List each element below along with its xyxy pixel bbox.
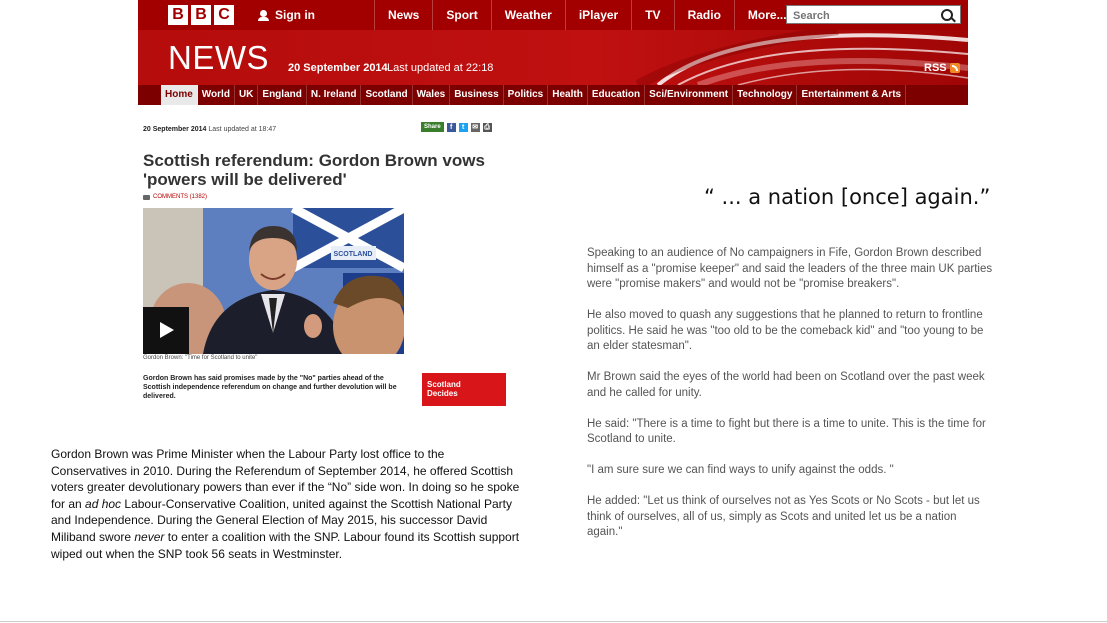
photo-caption: Gordon Brown: "Time for Scotland to unit… xyxy=(143,355,258,361)
sign-in-link[interactable]: Sign in xyxy=(258,0,315,30)
promo-line-2: Decides xyxy=(427,389,458,398)
nav-radio[interactable]: Radio xyxy=(673,0,734,30)
top-nav: News Sport Weather iPlayer TV Radio More… xyxy=(374,0,800,30)
speech-paragraph: "I am sure sure we can find ways to unif… xyxy=(587,464,894,476)
top-bar: B B C Sign in News Sport Weather iPlayer… xyxy=(138,0,968,30)
logo-letter: B xyxy=(168,5,188,25)
subnav-home[interactable]: Home xyxy=(161,85,198,105)
rss-icon xyxy=(949,63,960,73)
article-dateline: 20 September 2014 Last updated at 18:47 xyxy=(143,126,276,133)
facebook-icon[interactable]: f xyxy=(446,122,456,132)
article-headline: Scottish referendum: Gordon Brown vows '… xyxy=(143,151,485,189)
subnav-wales[interactable]: Wales xyxy=(413,85,451,105)
article-date: 20 September 2014 xyxy=(143,126,207,133)
subnav-education[interactable]: Education xyxy=(588,85,646,105)
pull-quote: “ ... a nation [once] again.” xyxy=(704,185,991,209)
search-input[interactable] xyxy=(787,7,939,25)
section-nav: Home World UK England N. Ireland Scotlan… xyxy=(138,85,968,105)
banner-last-updated: Last updated at 22:18 xyxy=(387,62,494,74)
nav-weather[interactable]: Weather xyxy=(490,0,565,30)
share-button[interactable]: Share xyxy=(421,122,444,132)
article-photo[interactable]: SCOTLAND xyxy=(143,208,404,354)
scotland-decides-promo[interactable]: Scotland Decides xyxy=(422,373,506,406)
logo-letter: C xyxy=(214,5,234,25)
nav-iplayer[interactable]: iPlayer xyxy=(564,0,631,30)
subnav-scotland[interactable]: Scotland xyxy=(361,85,413,105)
bbc-news-header: B B C Sign in News Sport Weather iPlayer… xyxy=(138,0,968,105)
subnav-entertainment-arts[interactable]: Entertainment & Arts xyxy=(797,85,907,105)
bottom-divider xyxy=(0,621,1107,622)
speech-paragraph: Speaking to an audience of No campaigner… xyxy=(587,247,993,290)
nav-sport[interactable]: Sport xyxy=(432,0,490,30)
subnav-world[interactable]: World xyxy=(198,85,235,105)
subnav-business[interactable]: Business xyxy=(450,85,504,105)
commentary-emphasis-ad-hoc: ad hoc xyxy=(85,496,122,511)
subnav-health[interactable]: Health xyxy=(548,85,588,105)
commentary-emphasis-never: never xyxy=(134,529,165,544)
news-title[interactable]: NEWS xyxy=(168,39,269,77)
speech-paragraph: He added: "Let us think of ourselves not… xyxy=(587,495,980,538)
print-icon[interactable]: ⎙ xyxy=(482,122,492,132)
subnav-sci-environment[interactable]: Sci/Environment xyxy=(645,85,734,105)
email-icon[interactable]: ✉ xyxy=(470,122,480,132)
speech-paragraph: He also moved to quash any suggestions t… xyxy=(587,309,984,352)
nav-tv[interactable]: TV xyxy=(631,0,673,30)
comments-link[interactable]: COMMENTS (1382) xyxy=(143,194,207,200)
comments-count: COMMENTS (1382) xyxy=(153,194,208,200)
scotland-sign-text: SCOTLAND xyxy=(334,251,373,258)
article-summary: Gordon Brown has said promises made by t… xyxy=(143,375,397,400)
speech-paragraph: He said: "There is a time to fight but t… xyxy=(587,417,986,446)
speech-excerpt: Speaking to an audience of No campaigner… xyxy=(587,246,995,556)
logo-letter: B xyxy=(191,5,211,25)
user-icon xyxy=(258,9,269,21)
rss-link[interactable]: RSS xyxy=(924,62,960,74)
banner-date: 20 September 2014 xyxy=(288,62,388,74)
subnav-politics[interactable]: Politics xyxy=(504,85,549,105)
rss-label: RSS xyxy=(924,62,947,74)
speech-paragraph: Mr Brown said the eyes of the world had … xyxy=(587,371,985,399)
subnav-n-ireland[interactable]: N. Ireland xyxy=(307,85,362,105)
commentary-paragraph: Gordon Brown was Prime Minister when the… xyxy=(51,446,521,562)
article-updated: Last updated at 18:47 xyxy=(208,126,277,133)
nav-news[interactable]: News xyxy=(374,0,432,30)
promo-line-1: Scotland xyxy=(427,380,461,389)
subnav-england[interactable]: England xyxy=(258,85,307,105)
sign-in-label: Sign in xyxy=(275,8,315,22)
twitter-icon[interactable]: t xyxy=(458,122,468,132)
search-box xyxy=(786,5,961,25)
video-play-button[interactable] xyxy=(143,307,189,354)
subnav-uk[interactable]: UK xyxy=(235,85,259,105)
subnav-technology[interactable]: Technology xyxy=(733,85,798,105)
share-tools: Share f t ✉ ⎙ xyxy=(421,122,492,132)
news-banner: NEWS 20 September 2014 Last updated at 2… xyxy=(138,30,968,85)
comment-icon xyxy=(143,194,150,200)
bbc-logo[interactable]: B B C xyxy=(168,5,234,25)
search-icon[interactable] xyxy=(941,9,953,21)
